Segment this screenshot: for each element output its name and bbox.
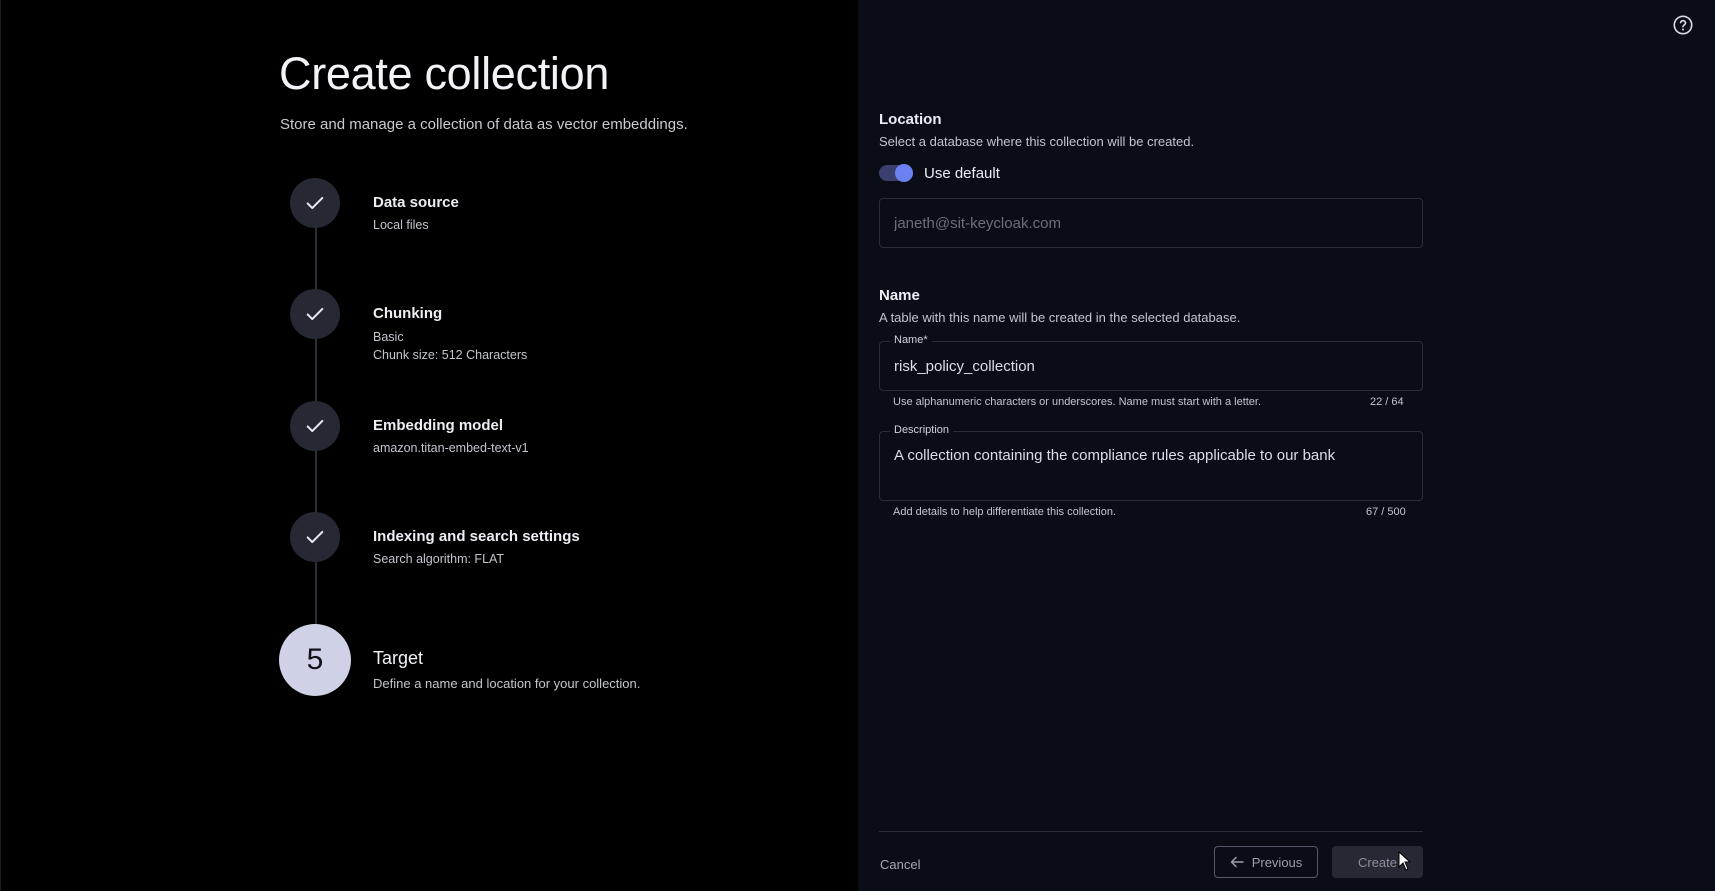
use-default-label: Use default	[924, 165, 1000, 182]
location-description: Select a database where this collection …	[879, 134, 1195, 149]
step-detail: Basic	[373, 330, 404, 344]
step-data-source[interactable]: Data source Local files	[279, 178, 779, 258]
check-icon	[290, 512, 340, 562]
database-field	[879, 198, 1423, 248]
step-number-badge: 5	[279, 624, 351, 696]
step-title: Target	[373, 648, 424, 668]
step-list: Data source Local files Chunking Basic C…	[279, 178, 779, 698]
step-chunking[interactable]: Chunking Basic Chunk size: 512 Character…	[279, 289, 779, 379]
description-input[interactable]: A collection containing the compliance r…	[880, 432, 1422, 500]
check-icon	[290, 178, 340, 228]
step-indexing-search[interactable]: Indexing and search settings Search algo…	[279, 512, 779, 592]
location-title: Location	[879, 111, 942, 128]
description-helper-text: Add details to help differentiate this c…	[893, 506, 1116, 518]
name-field-label: Name*	[890, 334, 932, 346]
arrow-left-icon	[1230, 856, 1244, 868]
step-title: Embedding model	[373, 417, 504, 434]
check-icon	[290, 401, 340, 451]
name-section-title: Name	[879, 287, 920, 304]
description-field-label: Description	[890, 424, 954, 436]
help-icon[interactable]	[1672, 14, 1694, 36]
wizard-steps-panel: Create collection Store and manage a col…	[0, 0, 858, 891]
database-input	[880, 199, 1422, 247]
step-target: 5 Target Define a name and location for …	[279, 624, 779, 714]
step-title: Indexing and search settings	[373, 528, 580, 545]
name-input[interactable]	[880, 342, 1422, 390]
description-field[interactable]: Description A collection containing the …	[879, 424, 1423, 501]
previous-label: Previous	[1251, 854, 1303, 870]
mouse-cursor-icon	[1398, 851, 1412, 871]
toggle-knob	[895, 164, 913, 182]
cancel-button[interactable]: Cancel	[880, 853, 940, 875]
step-title: Data source	[373, 194, 459, 211]
name-char-count: 22 / 64	[1370, 396, 1404, 408]
previous-button[interactable]: Previous	[1214, 846, 1318, 878]
name-field[interactable]: Name*	[879, 334, 1423, 391]
step-detail: amazon.titan-embed-text-v1	[373, 441, 529, 455]
step-embedding-model[interactable]: Embedding model amazon.titan-embed-text-…	[279, 401, 779, 481]
step-detail: Chunk size: 512 Characters	[373, 348, 528, 362]
name-helper-text: Use alphanumeric characters or underscor…	[893, 396, 1262, 408]
step-detail: Local files	[373, 218, 429, 232]
use-default-toggle[interactable]	[879, 164, 913, 182]
name-section-description: A table with this name will be created i…	[879, 310, 1241, 325]
step-title: Chunking	[373, 305, 443, 322]
check-icon	[290, 289, 340, 339]
page-subtitle: Store and manage a collection of data as…	[280, 116, 688, 133]
step-detail: Define a name and location for your coll…	[373, 676, 641, 691]
page-title: Create collection	[279, 48, 610, 99]
step-detail: Search algorithm: FLAT	[373, 552, 505, 566]
description-char-count: 67 / 500	[1366, 506, 1406, 518]
footer-divider	[879, 831, 1423, 832]
